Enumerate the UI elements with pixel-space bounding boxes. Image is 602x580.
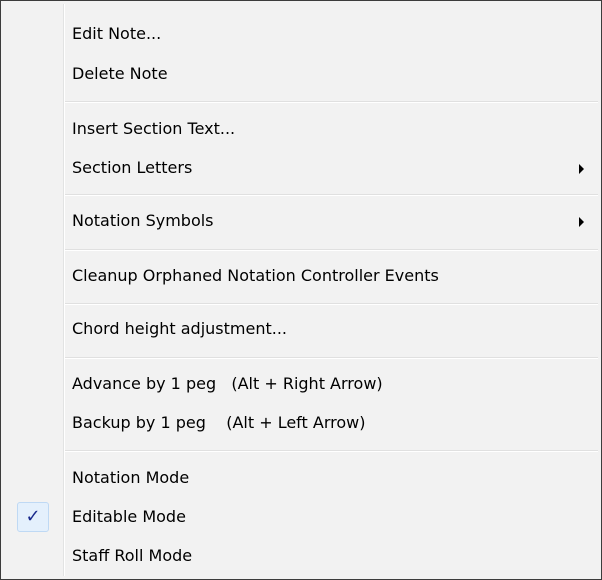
menu-item-label: Cleanup Orphaned Notation Controller Eve… (72, 266, 439, 285)
menu-item-label: Section Letters (72, 158, 193, 177)
menu-item-backup-by-1-peg[interactable]: Backup by 1 peg (Alt + Left Arrow) (4, 402, 598, 444)
menu-item-cleanup-orphaned-events[interactable]: Cleanup Orphaned Notation Controller Eve… (4, 255, 598, 297)
menu-item-insert-section-text[interactable]: Insert Section Text... (4, 108, 598, 150)
context-menu: Edit Note... Delete Note Insert Section … (0, 0, 602, 580)
menu-item-label: Chord height adjustment... (72, 319, 287, 338)
menu-item-chord-height-adjustment[interactable]: Chord height adjustment... (4, 308, 598, 350)
menu-item-notation-symbols[interactable]: Notation Symbols (4, 200, 598, 242)
submenu-arrow-icon (579, 217, 584, 227)
menu-separator (65, 249, 598, 251)
menu-item-label: Backup by 1 peg (Alt + Left Arrow) (72, 413, 366, 432)
menu-item-delete-note[interactable]: Delete Note (4, 53, 598, 95)
menu-separator (65, 101, 598, 103)
menu-item-advance-by-1-peg[interactable]: Advance by 1 peg (Alt + Right Arrow) (4, 363, 598, 405)
menu-item-label: Delete Note (72, 64, 168, 83)
menu-separator (65, 357, 598, 359)
menu-item-label: Editable Mode (72, 507, 186, 526)
menu-item-notation-mode[interactable]: Notation Mode (4, 457, 598, 499)
menu-item-label: Insert Section Text... (72, 119, 236, 138)
menu-item-editable-mode[interactable]: ✓ Editable Mode (4, 496, 598, 538)
checkmark-highlight: ✓ (17, 502, 49, 532)
menu-separator (65, 194, 598, 196)
menu-item-label: Edit Note... (72, 24, 162, 43)
menu-item-label: Staff Roll Mode (72, 546, 193, 565)
menu-item-staff-roll-mode[interactable]: Staff Roll Mode (4, 535, 598, 577)
menu-item-label: Notation Symbols (72, 211, 214, 230)
menu-item-edit-note[interactable]: Edit Note... (4, 13, 598, 55)
menu-separator (65, 450, 598, 452)
menu-item-label: Notation Mode (72, 468, 190, 487)
menu-item-label: Advance by 1 peg (Alt + Right Arrow) (72, 374, 383, 393)
checkmark-icon: ✓ (25, 506, 41, 527)
menu-item-section-letters[interactable]: Section Letters (4, 147, 598, 189)
submenu-arrow-icon (579, 164, 584, 174)
menu-separator (65, 303, 598, 305)
